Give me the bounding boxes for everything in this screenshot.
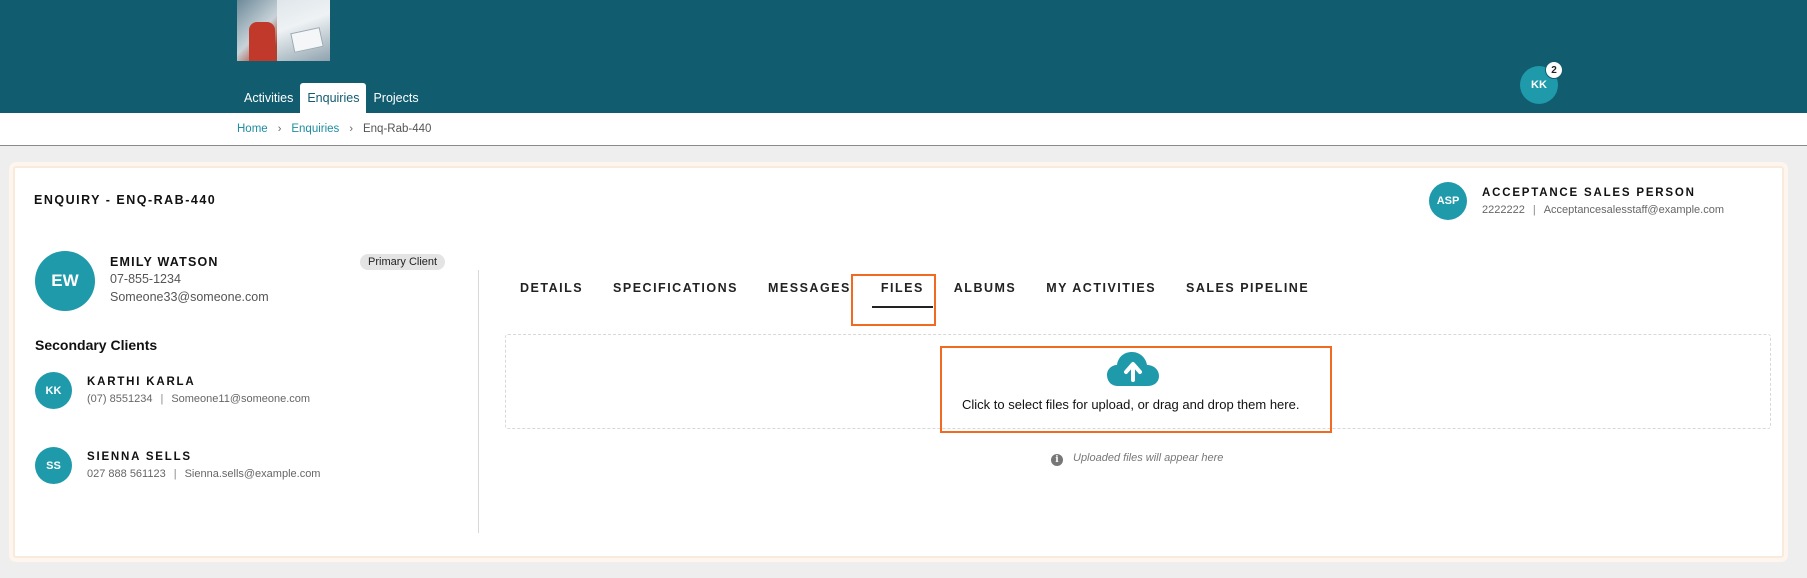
secondary-client-avatar: KK	[35, 372, 72, 409]
nav-enquiries[interactable]: Enquiries	[300, 83, 367, 113]
tab-albums[interactable]: ALBUMS	[939, 270, 1031, 308]
upload-instructions: Click to select files for upload, or dra…	[962, 397, 1300, 412]
breadcrumb-current: Enq-Rab-440	[362, 123, 432, 135]
primary-client-badge: Primary Client	[360, 254, 446, 270]
nav-projects[interactable]: Projects	[366, 83, 425, 113]
breadcrumb-bar: Home › Enquiries › Enq-Rab-440	[0, 113, 1807, 146]
tab-messages[interactable]: MESSAGES	[753, 270, 866, 308]
secondary-client-avatar: SS	[35, 447, 72, 484]
secondary-client-contact: (07) 8551234 | Someone11@someone.com	[87, 393, 310, 405]
notification-badge: 2	[1545, 61, 1563, 79]
breadcrumb-home[interactable]: Home	[237, 123, 268, 135]
primary-client-avatar: EW	[35, 251, 95, 311]
sales-person-contact: 2222222 | Acceptancesalesstaff@example.com	[1482, 204, 1724, 216]
secondary-client-contact: 027 888 561123 | Sienna.sells@example.com	[87, 468, 320, 480]
secondary-clients-title: Secondary Clients	[35, 337, 158, 353]
primary-client-name: EMILY WATSON	[110, 255, 219, 269]
chevron-right-icon: ›	[349, 123, 353, 135]
column-divider	[478, 270, 479, 533]
breadcrumb-enquiries[interactable]: Enquiries	[291, 123, 339, 135]
page-title: ENQUIRY - ENQ-RAB-440	[34, 193, 217, 207]
logo-image-part	[249, 22, 275, 61]
main-nav: Activities Enquiries Projects	[237, 83, 426, 113]
files-tab-highlight	[851, 274, 936, 326]
sales-person-avatar: ASP	[1429, 182, 1467, 220]
secondary-client-name: KARTHI KARLA	[87, 376, 196, 388]
secondary-client-email[interactable]: Someone11@someone.com	[171, 393, 310, 405]
chevron-right-icon: ›	[277, 123, 282, 135]
info-icon: i	[1051, 454, 1063, 466]
tab-sales-pipeline[interactable]: SALES PIPELINE	[1171, 270, 1324, 308]
tab-specifications[interactable]: SPECIFICATIONS	[598, 270, 753, 308]
files-empty-note: Uploaded files will appear here	[1073, 452, 1224, 464]
primary-client-email[interactable]: Someone33@someone.com	[110, 290, 269, 304]
nav-activities[interactable]: Activities	[237, 83, 300, 113]
sales-person-name: ACCEPTANCE SALES PERSON	[1482, 187, 1696, 199]
tab-details[interactable]: DETAILS	[505, 270, 598, 308]
primary-client-phone: 07-855-1234	[110, 272, 181, 286]
secondary-client-email[interactable]: Sienna.sells@example.com	[185, 468, 321, 480]
tab-my-activities[interactable]: MY ACTIVITIES	[1031, 270, 1171, 308]
sales-person-phone: 2222222	[1482, 204, 1525, 216]
breadcrumb: Home › Enquiries › Enq-Rab-440	[237, 123, 431, 135]
secondary-client-name: SIENNA SELLS	[87, 451, 192, 463]
sales-person-email[interactable]: Acceptancesalesstaff@example.com	[1544, 204, 1724, 216]
company-logo[interactable]	[237, 0, 330, 61]
secondary-client-phone: 027 888 561123	[87, 468, 166, 480]
separator: |	[1532, 204, 1536, 216]
separator: |	[173, 468, 177, 480]
separator: |	[160, 393, 164, 405]
secondary-client-phone: (07) 8551234	[87, 393, 153, 405]
cloud-upload-icon[interactable]	[1106, 350, 1160, 388]
